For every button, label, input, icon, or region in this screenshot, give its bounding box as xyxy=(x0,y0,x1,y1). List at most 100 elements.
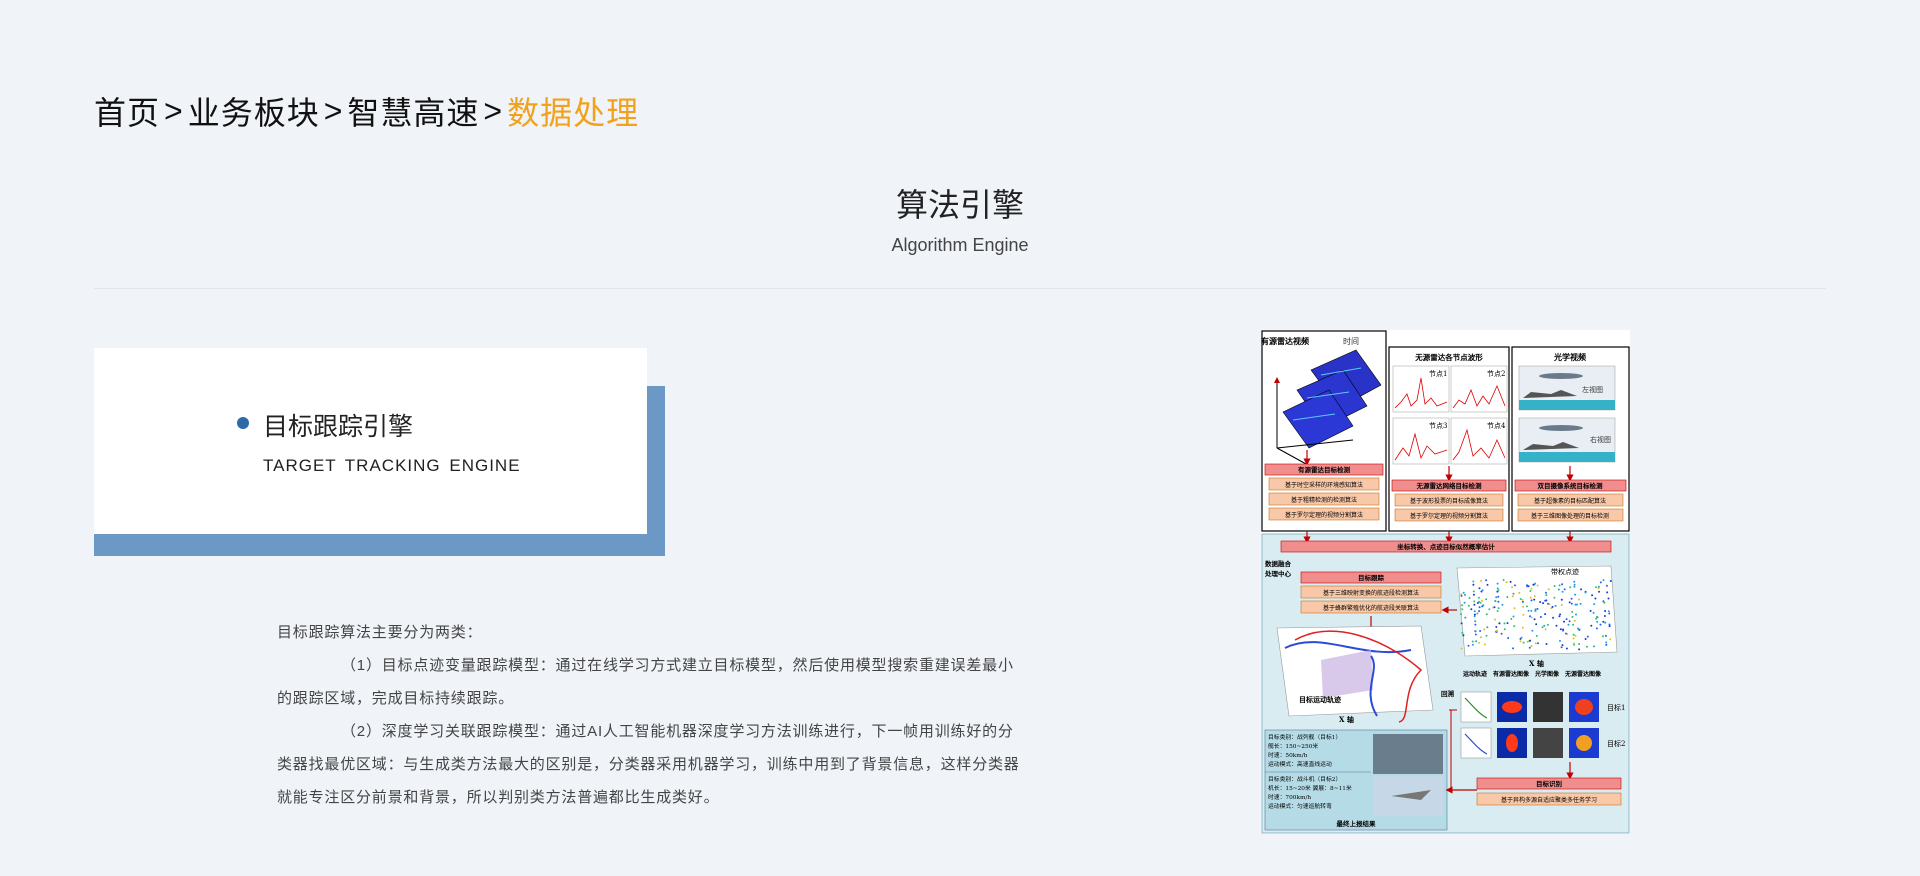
weighted-point xyxy=(1604,634,1607,637)
weighted-point xyxy=(1572,642,1575,645)
weighted-point xyxy=(1503,622,1506,625)
info2-line1: 目标类别：战斗机（目标2） xyxy=(1268,775,1341,783)
weighted-point xyxy=(1602,579,1605,582)
weighted-point xyxy=(1474,623,1477,626)
weighted-point xyxy=(1566,633,1569,635)
breadcrumb-smart-highway[interactable]: 智慧高速 xyxy=(347,88,479,134)
box1-item-1: 基于时空采样的环境感知算法 xyxy=(1285,481,1363,489)
weighted-point xyxy=(1485,634,1488,637)
weighted-point xyxy=(1573,583,1576,586)
weighted-point xyxy=(1599,581,1602,584)
info1-line1: 目标类别：战列舰（目标1） xyxy=(1268,733,1341,741)
tracking-diagram: 有源雷达视频 时间 无源雷达各节点波形 节点1 节点2 节点3 节点4 光学视频… xyxy=(1261,330,1630,834)
weighted-point xyxy=(1471,640,1474,643)
weighted-point xyxy=(1601,635,1604,638)
weighted-point xyxy=(1513,625,1516,628)
weighted-point xyxy=(1512,592,1515,595)
fusion-center-line1: 数据融合 xyxy=(1265,559,1292,568)
x-axis-label-2: X 轴 xyxy=(1339,715,1354,724)
description: 目标跟踪算法主要分为两类： （1）目标点迹变量跟踪模型：通过在线学习方式建立目标… xyxy=(277,616,1025,814)
box1-item-2: 基于粗精检测的检测算法 xyxy=(1291,496,1357,504)
breadcrumb-business[interactable]: 业务板块 xyxy=(188,88,320,134)
weighted-point xyxy=(1608,612,1611,615)
weighted-point xyxy=(1596,620,1599,623)
weighted-point xyxy=(1537,642,1539,645)
weighted-point xyxy=(1590,624,1593,627)
weighted-point xyxy=(1606,591,1609,594)
target2-label: 目标2 xyxy=(1607,739,1625,748)
weighted-point xyxy=(1462,634,1465,637)
engine-card-title: 目标跟踪引擎 xyxy=(263,413,414,441)
weighted-point xyxy=(1570,597,1573,600)
weighted-point xyxy=(1596,616,1599,619)
weighted-point xyxy=(1565,647,1568,650)
weighted-point xyxy=(1567,623,1570,626)
weighted-point xyxy=(1560,604,1563,606)
breadcrumb-home[interactable]: 首页 xyxy=(94,88,160,134)
weighted-point xyxy=(1593,645,1595,648)
weighted-point xyxy=(1529,590,1532,592)
weighted-point xyxy=(1595,617,1598,620)
weighted-point xyxy=(1473,610,1476,613)
weighted-point xyxy=(1485,598,1488,601)
node3-label: 节点3 xyxy=(1429,422,1447,430)
weighted-point xyxy=(1604,621,1607,624)
bullet-icon xyxy=(237,417,249,429)
fusion-center-line2: 处理中心 xyxy=(1264,569,1292,578)
weighted-point xyxy=(1530,587,1533,590)
weighted-point xyxy=(1495,626,1498,628)
weighted-point xyxy=(1586,635,1589,638)
weighted-point xyxy=(1609,580,1612,582)
weighted-point xyxy=(1578,643,1581,645)
weighted-point xyxy=(1572,623,1575,626)
weighted-point xyxy=(1493,606,1496,609)
weighted-point xyxy=(1482,604,1485,607)
weighted-point xyxy=(1475,640,1478,643)
weighted-point xyxy=(1461,608,1464,611)
weighted-point xyxy=(1591,594,1594,597)
weighted-point xyxy=(1526,584,1528,587)
col3-title: 光学视频 xyxy=(1553,352,1586,362)
weighted-point xyxy=(1546,623,1549,626)
weighted-point xyxy=(1560,646,1563,649)
weighted-point xyxy=(1478,610,1481,613)
weighted-point xyxy=(1472,593,1475,596)
weighted-point xyxy=(1561,590,1564,593)
weighted-point xyxy=(1480,636,1482,639)
section-subtitle: Algorithm Engine xyxy=(891,235,1029,255)
weighted-point xyxy=(1460,613,1462,616)
weighted-point xyxy=(1461,604,1464,607)
node2-label: 节点2 xyxy=(1487,370,1505,378)
weighted-point xyxy=(1578,648,1581,651)
weighted-point xyxy=(1478,606,1481,609)
weighted-point xyxy=(1460,594,1463,597)
weighted-point xyxy=(1605,643,1608,646)
weighted-point xyxy=(1472,580,1475,583)
recog-item: 基于异构多源自适应聚类多任务学习 xyxy=(1501,796,1597,804)
weighted-point xyxy=(1602,620,1605,623)
weighted-point xyxy=(1472,590,1475,593)
left-view-label: 左视图 xyxy=(1582,385,1603,394)
weighted-point xyxy=(1573,580,1576,583)
weighted-point xyxy=(1560,598,1563,601)
weighted-point xyxy=(1511,595,1514,598)
weighted-point xyxy=(1497,595,1500,598)
weighted-point xyxy=(1605,584,1608,587)
weighted-point xyxy=(1477,596,1480,599)
weighted-point xyxy=(1474,630,1477,633)
weighted-point xyxy=(1533,598,1536,601)
weighted-point xyxy=(1527,609,1530,612)
node1-label: 节点1 xyxy=(1429,370,1447,378)
info2-line2: 机长：15~20米 翼展：8~11米 xyxy=(1268,784,1352,792)
weighted-point xyxy=(1467,644,1470,647)
trajectory-plot xyxy=(1276,625,1434,723)
img-header-1: 运动轨迹 xyxy=(1463,670,1487,678)
description-intro: 目标跟踪算法主要分为两类： xyxy=(277,624,483,641)
weighted-point xyxy=(1568,620,1571,623)
info1-line2: 舰长：150~250米 xyxy=(1268,742,1318,750)
echo-label: 回溯 xyxy=(1441,689,1455,698)
weighted-point xyxy=(1533,595,1536,598)
weighted-point xyxy=(1536,607,1539,610)
box3-item-1: 基于超像素的目标匹配算法 xyxy=(1534,497,1606,505)
info2-line4: 运动模式：匀速巡航转弯 xyxy=(1268,802,1332,810)
